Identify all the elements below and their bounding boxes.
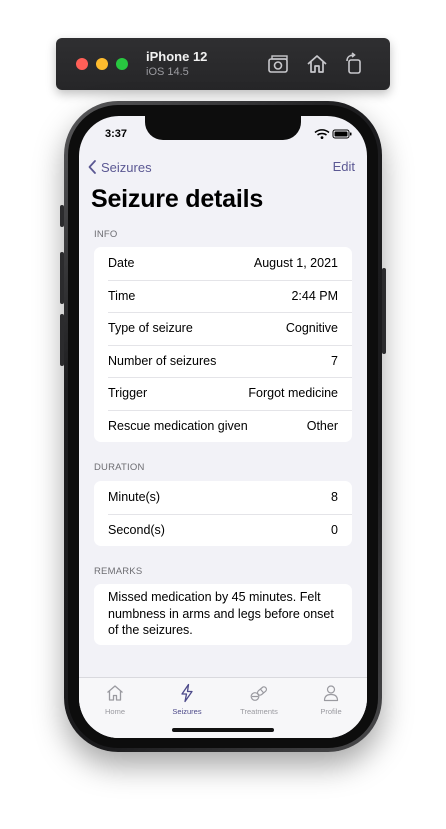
duration-group: Minute(s) 8 Second(s) 0: [94, 481, 352, 546]
person-icon: [323, 685, 339, 702]
info-row-time: Time 2:44 PM: [94, 279, 352, 313]
battery-icon: [332, 129, 352, 139]
row-label: Type of seizure: [108, 321, 193, 336]
back-button[interactable]: Seizures: [87, 159, 152, 175]
duration-row-seconds: Second(s) 0: [94, 513, 352, 547]
tab-home[interactable]: Home: [79, 683, 151, 717]
chevron-left-icon: [88, 160, 96, 174]
row-value: Other: [306, 418, 338, 433]
back-label: Seizures: [101, 159, 152, 175]
zoom-window-button[interactable]: [116, 58, 128, 70]
home-indicator[interactable]: [172, 728, 274, 732]
row-value: August 1, 2021: [253, 256, 338, 271]
simulator-device-name: iPhone 12: [146, 49, 208, 64]
remarks-text: Missed medication by 45 minutes. Felt nu…: [108, 590, 334, 637]
edit-button[interactable]: Edit: [333, 159, 355, 174]
close-window-button[interactable]: [76, 58, 88, 70]
app-screen: 3:37 Seizures Edit Seizure details INFO …: [79, 116, 367, 738]
info-row-date: Date August 1, 2021: [94, 247, 352, 280]
row-value: 0: [331, 522, 338, 537]
row-label: Trigger: [108, 386, 148, 401]
tab-treatments[interactable]: Treatments: [223, 683, 295, 717]
row-label: Second(s): [108, 522, 165, 537]
tab-label: Profile: [320, 707, 342, 716]
info-row-type: Type of seizure Cognitive: [94, 312, 352, 345]
row-value: 7: [331, 353, 338, 368]
volume-up-button: [60, 252, 64, 304]
info-row-trigger: Trigger Forgot medicine: [94, 377, 352, 410]
minimize-window-button[interactable]: [96, 58, 108, 70]
row-label: Rescue medication given: [108, 418, 248, 433]
duration-section-header: DURATION: [94, 462, 145, 473]
tab-seizures[interactable]: Seizures: [151, 683, 223, 717]
row-label: Number of seizures: [108, 353, 217, 368]
info-section-header: INFO: [94, 229, 118, 240]
house-icon: [107, 685, 123, 701]
row-value: 8: [331, 490, 338, 505]
page-title: Seizure details: [91, 185, 264, 213]
row-label: Date: [108, 256, 135, 271]
row-value: Forgot medicine: [248, 386, 338, 401]
bolt-icon: [181, 683, 193, 703]
duration-row-minutes: Minute(s) 8: [94, 481, 352, 514]
silent-switch: [60, 205, 64, 227]
row-label: Time: [108, 288, 136, 303]
row-label: Minute(s): [108, 490, 161, 505]
remarks-group: Missed medication by 45 minutes. Felt nu…: [94, 584, 352, 645]
volume-down-button: [60, 314, 64, 366]
remarks-section-header: REMARKS: [94, 566, 143, 577]
screenshot-icon[interactable]: [266, 52, 290, 76]
simulator-os-version: iOS 14.5: [146, 66, 189, 78]
tab-label: Home: [104, 707, 125, 716]
home-button-icon[interactable]: [305, 52, 329, 76]
tab-label: Treatments: [240, 707, 278, 716]
tab-profile[interactable]: Profile: [295, 683, 367, 717]
row-value: 2:44 PM: [291, 288, 338, 303]
simulator-toolbar: iPhone 12 iOS 14.5: [56, 38, 390, 90]
tab-label: Seizures: [172, 707, 202, 716]
notch: [145, 116, 301, 140]
status-time: 3:37: [105, 128, 128, 140]
info-row-count: Number of seizures 7: [94, 344, 352, 378]
info-row-rescue-medication: Rescue medication given Other: [94, 409, 352, 443]
info-group: Date August 1, 2021 Time 2:44 PM Type of…: [94, 247, 352, 442]
row-value: Cognitive: [285, 321, 338, 336]
wifi-icon: [314, 129, 330, 139]
power-button: [382, 268, 386, 354]
status-icons: [314, 129, 352, 139]
pills-icon: [250, 686, 268, 701]
rotate-icon[interactable]: [342, 52, 366, 76]
